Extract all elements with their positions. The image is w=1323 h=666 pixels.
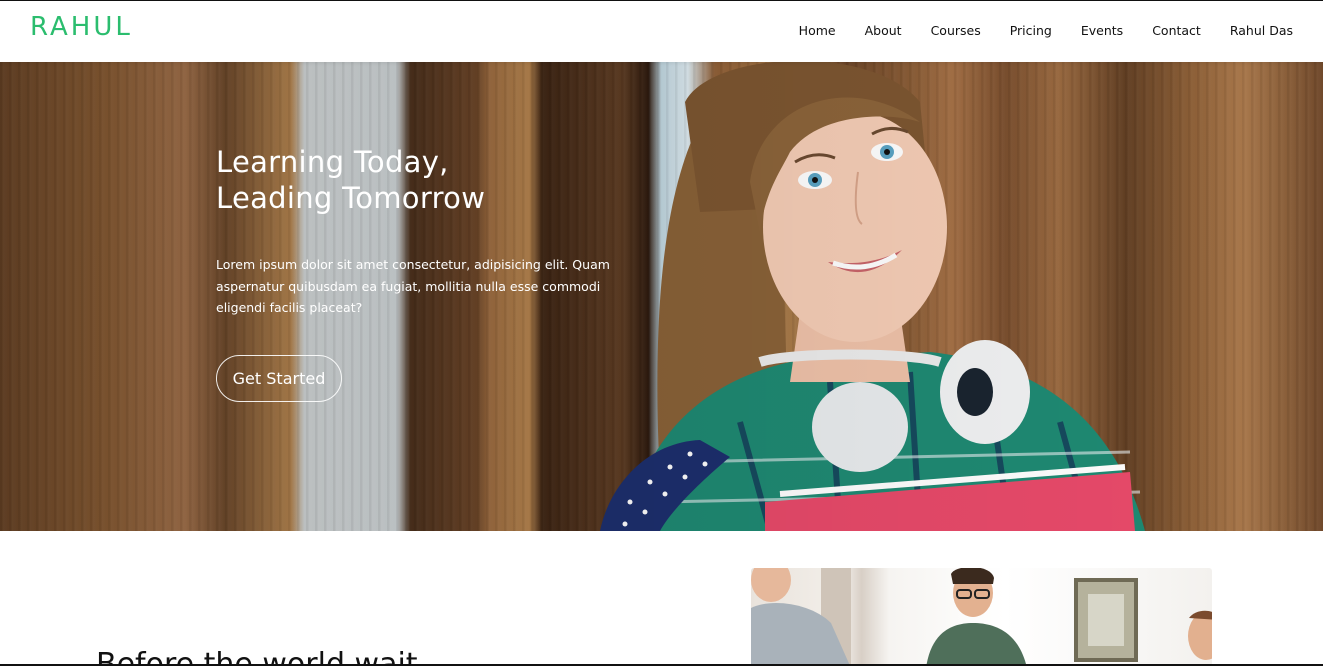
nav-user-account[interactable]: Rahul Das	[1230, 23, 1293, 38]
hero-title: Learning Today, Leading Tomorrow	[216, 144, 485, 216]
nav-about[interactable]: About	[865, 23, 902, 38]
hero-description: Lorem ipsum dolor sit amet consectetur, …	[216, 257, 610, 315]
page: RAHUL Home About Courses Pricing Events …	[0, 0, 1323, 666]
nav-courses[interactable]: Courses	[931, 23, 981, 38]
main-nav: Home About Courses Pricing Events Contac…	[799, 23, 1293, 38]
hero-section: Learning Today, Leading Tomorrow Lorem i…	[0, 62, 1323, 531]
hero-title-line-1: Learning Today,	[216, 145, 449, 179]
team-photo-illustration	[751, 568, 1212, 664]
section-heading: Before the world wait	[96, 647, 418, 666]
hero-overlay	[0, 62, 1323, 531]
nav-pricing[interactable]: Pricing	[1010, 23, 1052, 38]
get-started-button[interactable]: Get Started	[216, 355, 342, 402]
site-logo[interactable]: RAHUL	[30, 12, 133, 42]
team-photo	[751, 568, 1212, 664]
site-header: RAHUL Home About Courses Pricing Events …	[0, 1, 1323, 62]
nav-events[interactable]: Events	[1081, 23, 1123, 38]
nav-contact[interactable]: Contact	[1152, 23, 1201, 38]
hero-title-line-2: Leading Tomorrow	[216, 181, 486, 215]
nav-home[interactable]: Home	[799, 23, 836, 38]
